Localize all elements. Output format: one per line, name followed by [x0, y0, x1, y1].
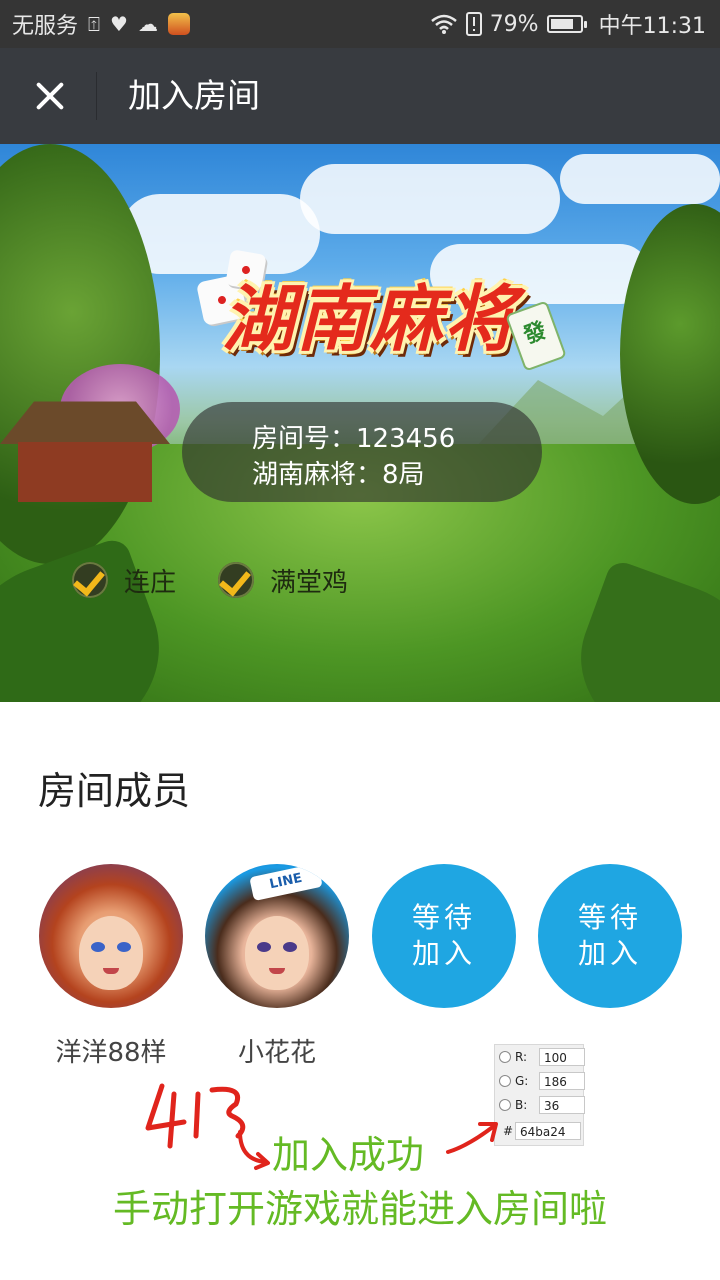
- option-lianzhuang: 连庄: [72, 560, 176, 600]
- status-left: 无服务 ⍐ ♥ ☁: [12, 0, 190, 48]
- rgb-row-b: B: 36: [499, 1095, 585, 1115]
- rgb-key: R:: [515, 1050, 528, 1064]
- temple: [0, 394, 170, 514]
- option-mantangji: 满堂鸡: [218, 560, 348, 600]
- upload-icon: ⍐: [88, 12, 101, 36]
- waiting-label: 等待加入: [577, 901, 642, 970]
- guide-message: 手动打开游戏就能进入房间啦: [112, 1187, 607, 1231]
- option-label: 连庄: [124, 567, 177, 598]
- player-avatar[interactable]: LINE: [205, 864, 349, 1008]
- temple-wall: [18, 442, 152, 502]
- radio-icon: [499, 1075, 511, 1087]
- room-info-pill: 房间号：123456 湖南麻将：8局: [182, 402, 542, 502]
- rgb-row-g: G: 186: [499, 1071, 585, 1091]
- handwritten-label: [145, 1083, 270, 1170]
- player-avatar[interactable]: [39, 864, 183, 1008]
- avatar-eye: [283, 942, 297, 952]
- waiting-slot: 等待加入: [372, 864, 516, 1008]
- success-message: 加入成功: [272, 1133, 425, 1177]
- wifi-icon: [430, 14, 457, 34]
- cloud: [560, 154, 720, 204]
- hex-value: 64ba24: [515, 1122, 581, 1140]
- health-icon: ♥: [110, 12, 128, 36]
- members-title: 房间成员: [38, 769, 191, 813]
- game-rounds: 湖南麻将：8局: [252, 460, 425, 490]
- page-title: 加入房间: [128, 76, 260, 115]
- game-app-icon: [167, 13, 190, 35]
- player-name: 小花花: [237, 1038, 316, 1068]
- header-divider: [96, 72, 97, 120]
- radio-icon: [499, 1099, 511, 1111]
- check-icon: [218, 562, 254, 598]
- temple-roof: [0, 401, 170, 444]
- battery-icon: [546, 15, 587, 33]
- avatar-mouth: [103, 968, 119, 974]
- status-bar: 无服务 ⍐ ♥ ☁ 79% 中午11:31: [0, 0, 720, 48]
- player-name: 洋洋88样: [55, 1038, 167, 1068]
- cap-logo: LINE: [249, 864, 323, 902]
- avatar-mouth: [269, 968, 285, 974]
- rgb-value: 36: [539, 1096, 585, 1114]
- alert-icon: [465, 12, 482, 36]
- arrow-icon: [446, 1122, 498, 1154]
- cloud-icon: ☁: [137, 12, 158, 36]
- color-picker-panel: R: 100 G: 186 B: 36 # 64ba24: [494, 1044, 585, 1146]
- avatar-face: [79, 916, 143, 990]
- cloud: [300, 164, 560, 234]
- rgb-value: 100: [539, 1048, 585, 1066]
- option-label: 满堂鸡: [270, 567, 349, 598]
- avatar-eye: [117, 942, 131, 952]
- rgb-key: B:: [515, 1098, 528, 1112]
- status-right: 79% 中午11:31: [430, 0, 706, 48]
- waiting-slot: 等待加入: [538, 864, 682, 1008]
- logo-text: 湖南麻将: [222, 276, 519, 361]
- nav-header: 加入房间: [0, 48, 720, 144]
- waiting-label: 等待加入: [411, 901, 476, 970]
- room-number: 房间号：123456: [252, 424, 456, 454]
- avatar-eye: [257, 942, 271, 952]
- close-icon[interactable]: [20, 66, 80, 126]
- radio-icon: [499, 1051, 511, 1063]
- battery-percent: 79%: [489, 11, 539, 37]
- battery-fill: [550, 19, 573, 29]
- game-banner: 湖南麻将 發 房间号：123456 湖南麻将：8局 连庄 满堂鸡: [0, 144, 720, 702]
- rgb-value: 186: [539, 1072, 585, 1090]
- avatar-eye: [91, 942, 105, 952]
- rgb-row-r: R: 100: [499, 1047, 585, 1067]
- game-logo: 湖南麻将 發: [195, 249, 570, 374]
- carrier-label: 无服务: [12, 14, 79, 39]
- clock: 中午11:31: [598, 14, 706, 39]
- rgb-key: G:: [515, 1074, 529, 1088]
- avatar-face: [245, 916, 309, 990]
- check-icon: [72, 562, 108, 598]
